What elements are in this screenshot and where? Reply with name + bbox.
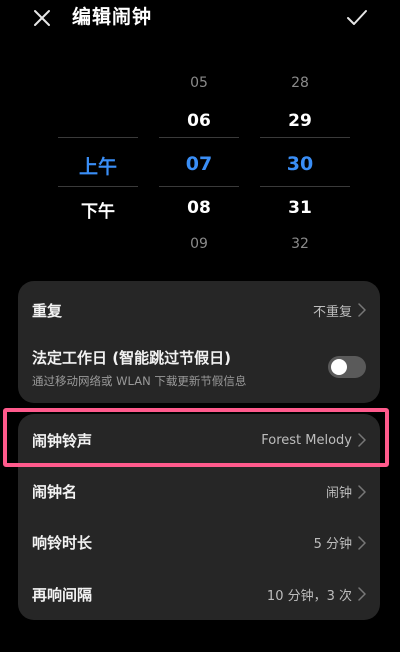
time-picker: 上午 下午 05 06 07 08 09 28 29 30 31 32 xyxy=(0,60,400,260)
top-bar: 编辑闹钟 xyxy=(0,0,400,36)
confirm-button[interactable] xyxy=(344,5,370,31)
hour-divider-top xyxy=(159,137,239,138)
hour-wheel[interactable]: 05 06 07 08 09 xyxy=(159,60,239,260)
ampm-divider-top xyxy=(58,137,138,138)
ring-duration-label: 响铃时长 xyxy=(32,534,93,552)
chevron-right-icon xyxy=(358,535,366,550)
workday-toggle[interactable] xyxy=(328,356,366,378)
ring-duration-row[interactable]: 响铃时长 5 分钟 xyxy=(18,517,380,568)
minute-above[interactable]: 29 xyxy=(260,111,340,131)
ampm-divider-bottom xyxy=(58,186,138,187)
alarm-name-value: 闹钟 xyxy=(325,486,352,501)
ampm-selected[interactable]: 上午 xyxy=(58,152,138,179)
hour-far-below[interactable]: 09 xyxy=(159,236,239,252)
snooze-value: 10 分钟，3 次 xyxy=(266,588,352,604)
minute-below[interactable]: 31 xyxy=(260,198,340,218)
minute-far-above[interactable]: 28 xyxy=(260,75,340,91)
hour-divider-bottom xyxy=(159,186,239,187)
workday-label: 法定工作日 (智能跳过节假日) xyxy=(32,349,231,367)
minute-far-below[interactable]: 32 xyxy=(260,236,340,252)
repeat-row[interactable]: 重复 不重复 xyxy=(18,281,380,339)
hour-below[interactable]: 08 xyxy=(159,198,239,218)
workday-subtext: 通过移动网络或 WLAN 下载更新节假信息 xyxy=(32,374,247,388)
chevron-right-icon xyxy=(358,433,366,447)
close-icon xyxy=(34,10,50,26)
settings-card-primary: 重复 不重复 法定工作日 (智能跳过节假日) 通过移动网络或 WLAN 下载更新… xyxy=(18,281,380,403)
hour-selected[interactable]: 07 xyxy=(159,153,239,175)
ampm-below[interactable]: 下午 xyxy=(58,197,138,222)
repeat-label: 重复 xyxy=(32,301,63,320)
ring-duration-value: 5 分钟 xyxy=(313,537,352,552)
chevron-right-icon xyxy=(358,303,366,317)
toggle-knob xyxy=(331,359,347,375)
snooze-row[interactable]: 再响间隔 10 分钟，3 次 xyxy=(18,568,380,620)
minute-divider-bottom xyxy=(260,186,350,187)
check-icon xyxy=(347,10,367,25)
repeat-value: 不重复 xyxy=(312,304,352,320)
workday-row[interactable]: 法定工作日 (智能跳过节假日) 通过移动网络或 WLAN 下载更新节假信息 xyxy=(18,339,380,403)
hour-above[interactable]: 06 xyxy=(159,111,239,131)
minute-selected[interactable]: 30 xyxy=(260,153,340,175)
ampm-wheel[interactable]: 上午 下午 xyxy=(58,60,138,260)
snooze-label: 再响间隔 xyxy=(32,585,93,604)
ringtone-value: Forest Melody xyxy=(261,432,352,448)
hour-far-above[interactable]: 05 xyxy=(159,75,239,91)
chevron-right-icon xyxy=(358,587,366,601)
alarm-name-label: 闹钟名 xyxy=(32,483,78,501)
minute-wheel[interactable]: 28 29 30 31 32 xyxy=(260,60,340,260)
ringtone-label: 闹钟铃声 xyxy=(32,431,93,450)
ringtone-row[interactable]: 闹钟铃声 Forest Melody xyxy=(18,414,380,466)
settings-card-secondary: 闹钟铃声 Forest Melody 闹钟名 闹钟 响铃时长 5 分钟 再响间隔… xyxy=(18,414,380,620)
chevron-right-icon xyxy=(358,484,366,499)
close-button[interactable] xyxy=(30,6,54,30)
page-title: 编辑闹钟 xyxy=(72,6,153,28)
minute-divider-top xyxy=(260,137,350,138)
alarm-name-row[interactable]: 闹钟名 闹钟 xyxy=(18,466,380,517)
